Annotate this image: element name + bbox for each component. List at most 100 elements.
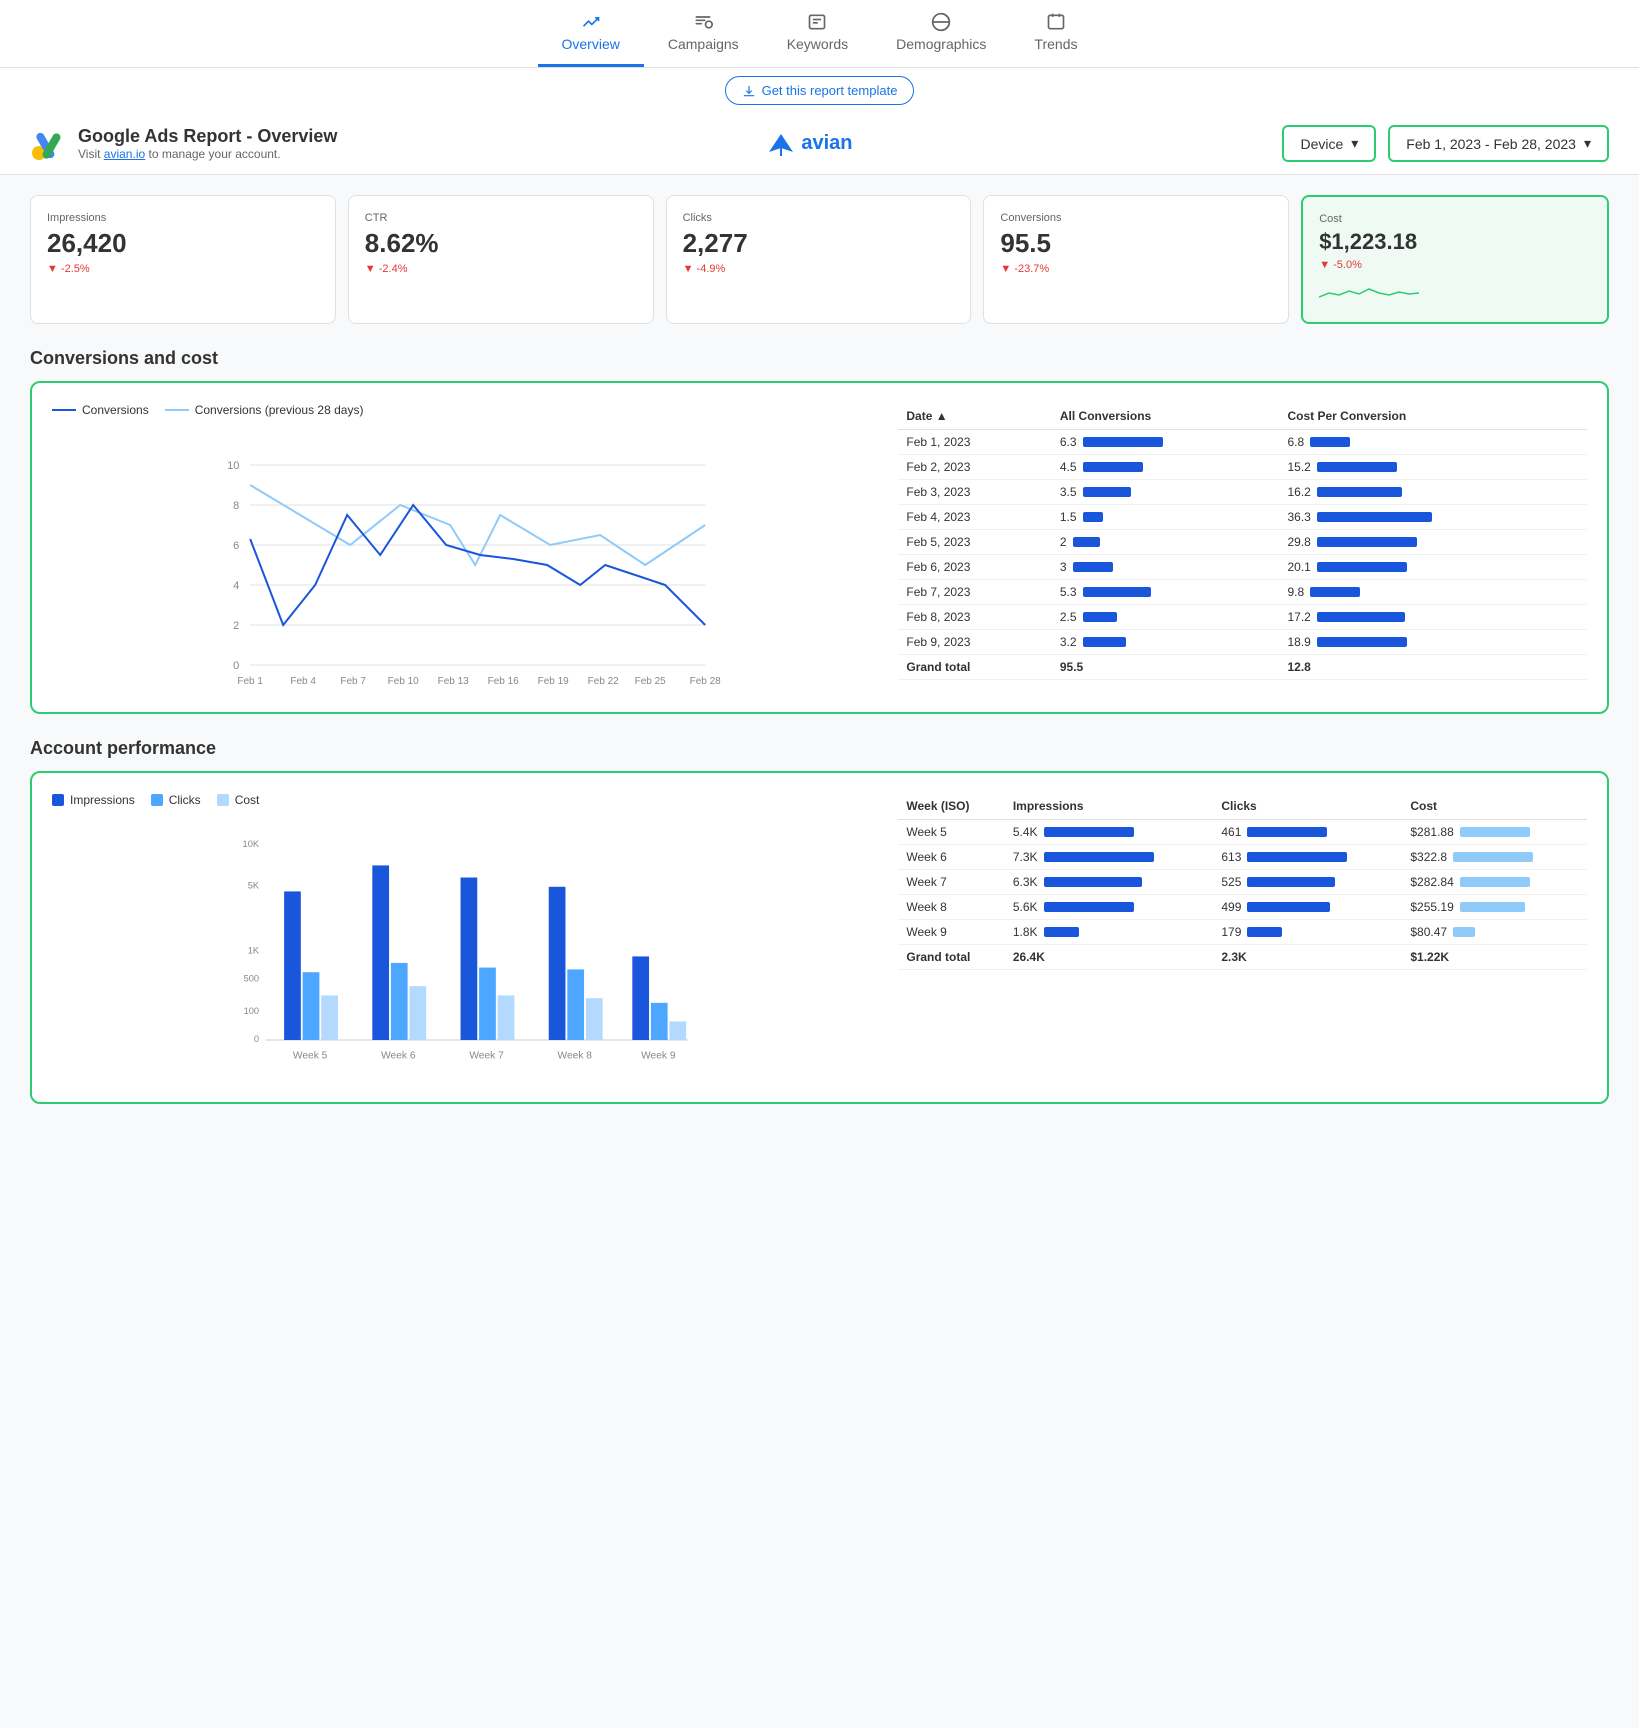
conversions-chart-container: Conversions Conversions (previous 28 day… [30, 381, 1609, 714]
get-template-button[interactable]: Get this report template [725, 76, 915, 105]
avian-logo-icon [767, 130, 795, 158]
date-range-dropdown[interactable]: Feb 1, 2023 - Feb 28, 2023 ▾ [1388, 125, 1609, 162]
bar-w6-impressions [372, 865, 389, 1040]
nav-overview-label: Overview [562, 36, 620, 52]
row-conversions: 2 [1052, 530, 1280, 555]
svg-text:Feb 1: Feb 1 [237, 676, 263, 687]
acc-grand-total-clicks: 2.3K [1213, 945, 1402, 970]
nav-overview[interactable]: Overview [538, 0, 644, 67]
svg-text:2: 2 [233, 620, 239, 632]
row-conversions: 2.5 [1052, 605, 1280, 630]
legend-square-cost [217, 794, 229, 806]
conversions-label: Conversions [1000, 212, 1272, 224]
nav-demographics[interactable]: Demographics [872, 0, 1010, 67]
template-button-label: Get this report template [762, 83, 898, 98]
col-date[interactable]: Date ▲ [898, 403, 1052, 430]
row-cost: $282.84 [1402, 870, 1587, 895]
grand-total-conversions: 95.5 [1052, 655, 1280, 680]
acc-grand-total-impressions: 26.4K [1005, 945, 1214, 970]
row-cost: $281.88 [1402, 820, 1587, 845]
svg-text:Feb 25: Feb 25 [635, 676, 667, 687]
row-cost: 16.2 [1279, 480, 1587, 505]
acc-col-impressions: Impressions [1005, 793, 1214, 820]
top-navigation: Overview Campaigns Keywords Demographics… [0, 0, 1639, 68]
report-title: Google Ads Report - Overview [78, 126, 337, 147]
sparkline-chart [1319, 279, 1419, 303]
row-week: Week 7 [898, 870, 1004, 895]
row-conversions: 4.5 [1052, 455, 1280, 480]
row-clicks: 499 [1213, 895, 1402, 920]
row-date: Feb 2, 2023 [898, 455, 1052, 480]
svg-text:Feb 16: Feb 16 [488, 676, 520, 687]
legend-prev-conversions: Conversions (previous 28 days) [165, 403, 364, 417]
row-week: Week 9 [898, 920, 1004, 945]
ctr-change: ▼ -2.4% [365, 263, 637, 275]
legend-square-impressions [52, 794, 64, 806]
row-date: Feb 3, 2023 [898, 480, 1052, 505]
account-chart-container: Impressions Clicks Cost 10K 5K 1K 500 10… [30, 771, 1609, 1104]
conversions-table: Date ▲ All Conversions Cost Per Conversi… [898, 403, 1587, 680]
row-date: Feb 8, 2023 [898, 605, 1052, 630]
col-all-conversions: All Conversions [1052, 403, 1280, 430]
bar-w9-clicks [651, 1003, 668, 1040]
row-cost: 6.8 [1279, 430, 1587, 455]
svg-text:Week 7: Week 7 [469, 1051, 504, 1062]
nav-trends[interactable]: Trends [1010, 0, 1101, 67]
table-row: Feb 1, 2023 6.3 6.8 [898, 430, 1587, 455]
svg-text:6: 6 [233, 540, 239, 552]
header-controls: Device ▾ Feb 1, 2023 - Feb 28, 2023 ▾ [1282, 125, 1609, 162]
device-dropdown[interactable]: Device ▾ [1282, 125, 1376, 162]
date-range-label: Feb 1, 2023 - Feb 28, 2023 [1406, 136, 1576, 152]
row-conversions: 1.5 [1052, 505, 1280, 530]
legend-line-dark [52, 409, 76, 411]
svg-text:Feb 22: Feb 22 [588, 676, 620, 687]
row-clicks: 613 [1213, 845, 1402, 870]
bar-chart-svg: 10K 5K 1K 500 100 0 [52, 819, 878, 1079]
acc-col-week: Week (ISO) [898, 793, 1004, 820]
bar-legend: Impressions Clicks Cost [52, 793, 878, 807]
bar-w7-impressions [461, 878, 478, 1041]
svg-text:Feb 13: Feb 13 [438, 676, 470, 687]
bar-w7-cost [498, 995, 515, 1040]
table-row: Feb 7, 2023 5.3 9.8 [898, 580, 1587, 605]
impressions-label: Impressions [47, 212, 319, 224]
svg-text:Week 5: Week 5 [293, 1051, 328, 1062]
acc-col-clicks: Clicks [1213, 793, 1402, 820]
nav-keywords[interactable]: Keywords [763, 0, 872, 67]
table-row: Week 8 5.6K 499 $255.19 [898, 895, 1587, 920]
avian-link[interactable]: avian.io [104, 147, 145, 161]
row-cost: 36.3 [1279, 505, 1587, 530]
row-cost: $80.47 [1402, 920, 1587, 945]
ctr-label: CTR [365, 212, 637, 224]
table-row: Feb 6, 2023 3 20.1 [898, 555, 1587, 580]
row-clicks: 461 [1213, 820, 1402, 845]
legend-cost: Cost [217, 793, 260, 807]
nav-demographics-label: Demographics [896, 36, 986, 52]
nav-trends-label: Trends [1034, 36, 1077, 52]
legend-cost-label: Cost [235, 793, 260, 807]
account-table: Week (ISO) Impressions Clicks Cost Week … [898, 793, 1587, 970]
nav-campaigns[interactable]: Campaigns [644, 0, 763, 67]
bar-w6-clicks [391, 963, 408, 1040]
template-banner: Get this report template [0, 68, 1639, 113]
avian-brand-name: avian [801, 132, 852, 155]
svg-text:10: 10 [227, 460, 239, 472]
demographics-icon [931, 12, 951, 32]
nav-campaigns-label: Campaigns [668, 36, 739, 52]
svg-text:Week 6: Week 6 [381, 1051, 416, 1062]
svg-text:Feb 28: Feb 28 [690, 676, 722, 687]
bar-w8-cost [586, 998, 603, 1040]
row-cost: 9.8 [1279, 580, 1587, 605]
svg-text:Feb 19: Feb 19 [538, 676, 570, 687]
cost-change: ▼ -5.0% [1319, 259, 1591, 271]
legend-label-conversions: Conversions [82, 403, 149, 417]
table-row: Week 6 7.3K 613 $322.8 [898, 845, 1587, 870]
metric-conversions: Conversions 95.5 ▼ -23.7% [983, 195, 1289, 324]
conversions-change: ▼ -23.7% [1000, 263, 1272, 275]
row-conversions: 3 [1052, 555, 1280, 580]
row-conversions: 3.2 [1052, 630, 1280, 655]
svg-text:0: 0 [233, 660, 239, 672]
svg-text:1K: 1K [248, 946, 260, 956]
row-conversions: 5.3 [1052, 580, 1280, 605]
bar-chart-area: Impressions Clicks Cost 10K 5K 1K 500 10… [52, 793, 878, 1082]
